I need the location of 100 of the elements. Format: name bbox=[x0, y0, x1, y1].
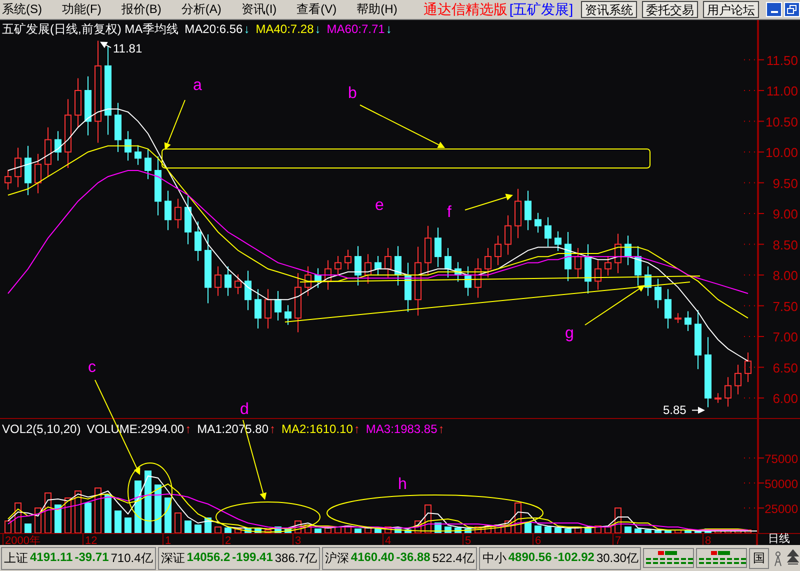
axis-label: 3 bbox=[295, 535, 302, 545]
axis-label: 8.00 bbox=[772, 268, 798, 284]
candle bbox=[654, 278, 662, 309]
menu-item[interactable]: 报价(B) bbox=[121, 1, 162, 18]
candle bbox=[584, 244, 592, 294]
candle bbox=[714, 392, 722, 404]
candle bbox=[404, 262, 412, 312]
minimize-button[interactable] bbox=[766, 2, 782, 17]
volume-bar bbox=[284, 528, 292, 534]
menu-item[interactable]: 帮助(H) bbox=[356, 1, 398, 18]
market-breadth-drawing bbox=[643, 548, 694, 568]
annotation-label: c bbox=[88, 359, 96, 376]
volume-bar bbox=[144, 470, 152, 534]
volume-bar bbox=[544, 526, 552, 534]
scroll-up-icon[interactable] bbox=[786, 549, 799, 567]
candle bbox=[644, 266, 652, 296]
index-name: 深证 bbox=[160, 550, 185, 566]
candle bbox=[344, 249, 352, 270]
up-arrow: ↑ bbox=[354, 422, 360, 436]
candle bbox=[244, 270, 252, 311]
price-mark: 5.85 bbox=[663, 403, 686, 418]
index-change: -199.41 bbox=[232, 550, 273, 566]
candle bbox=[504, 214, 512, 256]
index-value: 4890.56 bbox=[508, 550, 552, 566]
volume-bar bbox=[134, 480, 142, 534]
restore-button[interactable] bbox=[784, 2, 800, 17]
candle bbox=[14, 147, 22, 188]
axis-label: 2000年 bbox=[5, 535, 40, 545]
volume-bar bbox=[154, 484, 162, 534]
candle bbox=[134, 144, 142, 166]
volume-bar bbox=[184, 520, 192, 534]
highlight-ellipse bbox=[128, 462, 172, 522]
axis-label: 2 bbox=[225, 535, 232, 545]
index-name: 沪深 bbox=[324, 550, 349, 566]
volume-bar bbox=[204, 518, 212, 534]
candle bbox=[64, 98, 72, 168]
menu-item[interactable]: 查看(V) bbox=[296, 1, 337, 18]
index-value: 4191.11 bbox=[30, 550, 73, 566]
volume-bar bbox=[44, 492, 52, 534]
annotation-label: g bbox=[565, 325, 574, 342]
volume-bar bbox=[674, 530, 682, 534]
menu-item[interactable]: 分析(A) bbox=[181, 1, 222, 18]
volume-bar bbox=[4, 520, 12, 534]
candle bbox=[234, 274, 242, 295]
region-button[interactable]: 国 bbox=[748, 548, 769, 568]
down-arrow: ↓ bbox=[314, 22, 321, 36]
toolbar-button[interactable]: 委托交易 bbox=[642, 1, 698, 18]
volume-bar bbox=[554, 528, 562, 534]
candle bbox=[494, 235, 502, 266]
axis-label: 10.00 bbox=[765, 145, 798, 160]
volume-bar bbox=[24, 524, 32, 534]
candle bbox=[204, 234, 212, 304]
axis-label: 1 bbox=[165, 535, 172, 545]
candle bbox=[304, 266, 312, 296]
price-mark: 11.81 bbox=[113, 42, 142, 56]
candle bbox=[614, 233, 622, 274]
axis-label: 7.00 bbox=[772, 330, 798, 345]
axis-label: 4 bbox=[385, 535, 392, 545]
menu-item[interactable]: 系统(S) bbox=[2, 1, 42, 18]
axis-label: 7 bbox=[615, 535, 622, 545]
menu-item[interactable]: 资讯(I) bbox=[241, 1, 277, 18]
candle bbox=[394, 246, 402, 286]
pointer-arrow bbox=[100, 42, 112, 48]
volume-bar bbox=[404, 530, 412, 534]
annotation-label: d bbox=[240, 401, 249, 418]
volume-bar bbox=[254, 528, 262, 534]
index-value: 4160.40 bbox=[350, 550, 394, 566]
candle bbox=[4, 169, 12, 190]
volume-bar bbox=[324, 528, 332, 534]
index-amount: 522.4亿 bbox=[432, 550, 474, 566]
toolbar-button[interactable]: 资讯系统 bbox=[581, 1, 638, 18]
index-change: -39.71 bbox=[74, 550, 109, 566]
volume-bar bbox=[314, 528, 322, 534]
volume-bar bbox=[524, 522, 532, 534]
candle bbox=[694, 310, 702, 370]
axis-label: 7.50 bbox=[772, 298, 798, 314]
annotation-label: b bbox=[348, 85, 357, 102]
annotation-label: a bbox=[193, 77, 202, 94]
candle bbox=[144, 149, 152, 180]
volume-bar bbox=[124, 518, 132, 534]
candle bbox=[474, 258, 482, 298]
volume-bar bbox=[634, 528, 642, 534]
annotation-label: f bbox=[447, 204, 452, 221]
axis-label: 6.50 bbox=[772, 360, 798, 376]
volume-bar bbox=[114, 510, 122, 534]
candle bbox=[324, 260, 332, 290]
legend-value: MA20:6.56 bbox=[184, 22, 243, 36]
candle bbox=[174, 198, 182, 229]
down-arrow: ↓ bbox=[386, 22, 392, 36]
restore-icon bbox=[787, 5, 798, 14]
candle bbox=[434, 227, 442, 268]
toolbar-button[interactable]: 用户论坛 bbox=[703, 1, 760, 18]
volume-bar bbox=[194, 524, 202, 534]
menu-item[interactable]: 功能(F) bbox=[62, 1, 102, 18]
axis-label: 50000 bbox=[764, 477, 798, 491]
volume-bar bbox=[464, 528, 472, 534]
market-breadth-drawing bbox=[696, 548, 747, 568]
candle bbox=[74, 78, 82, 128]
volume-bar bbox=[644, 530, 652, 534]
index-change: -36.88 bbox=[396, 550, 430, 566]
